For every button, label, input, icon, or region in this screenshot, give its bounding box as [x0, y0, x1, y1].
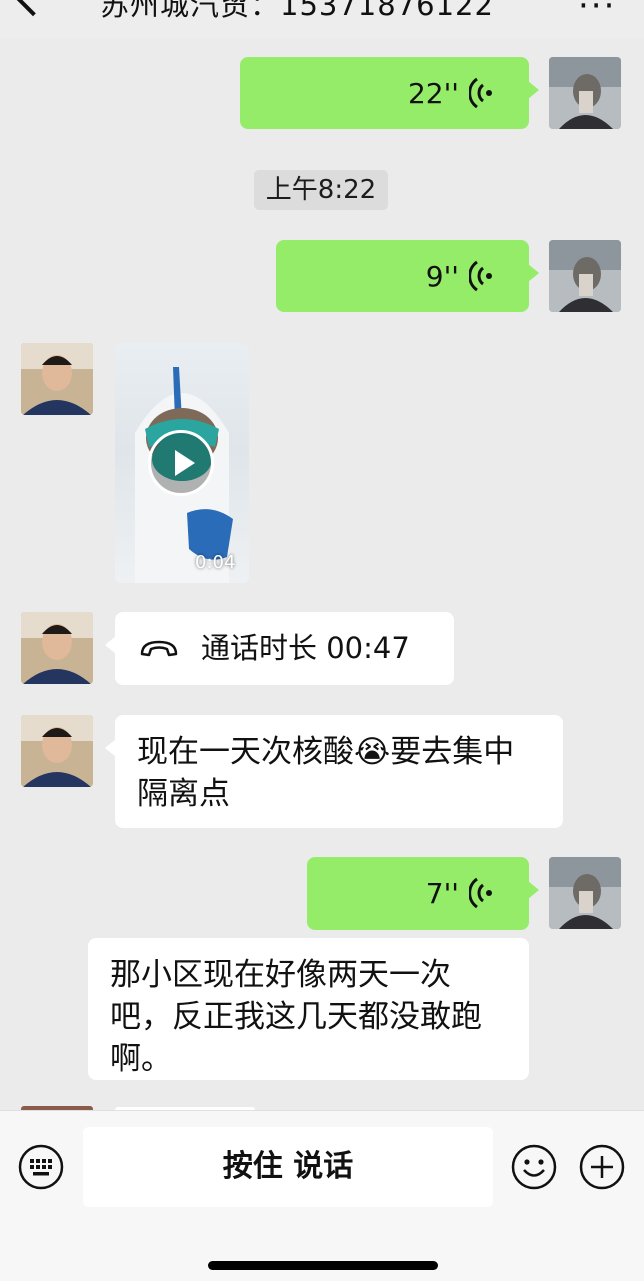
text-message-received[interactable]: 那小区现在好像两天一次 吧，反正我这几天都没敢跑 啊。	[88, 938, 529, 1080]
video-duration: 0:04	[195, 552, 236, 573]
contact-avatar[interactable]	[21, 343, 93, 415]
input-bar: 按住 说话	[0, 1110, 644, 1281]
avatar-image	[549, 57, 621, 129]
video-message[interactable]: 0:04	[115, 343, 249, 583]
avatar-image	[21, 715, 93, 787]
my-avatar[interactable]	[549, 57, 621, 129]
avatar-image	[549, 240, 621, 312]
hold-to-talk-button[interactable]: 按住 说话	[83, 1127, 493, 1207]
my-avatar[interactable]	[549, 857, 621, 929]
message-text: 现在一天次核酸😭要去集中 隔离点	[137, 734, 515, 812]
voice-wave-icon	[469, 77, 492, 109]
keyboard-icon[interactable]	[18, 1144, 64, 1190]
avatar-image	[549, 857, 621, 929]
voice-duration: 9''	[425, 260, 459, 293]
chat-title: 苏州城汽贸：15371876122	[100, 0, 494, 22]
more-icon[interactable]: ···	[578, 0, 616, 26]
back-arrow-icon[interactable]	[11, 0, 55, 17]
phone-icon	[140, 640, 178, 657]
avatar-image	[21, 612, 93, 684]
call-duration-text: 通话时长 00:47	[201, 631, 410, 665]
voice-wave-icon	[469, 260, 492, 292]
voice-message-sent[interactable]: 22''	[240, 57, 539, 129]
voice-message-sent[interactable]: 7''	[307, 857, 539, 930]
avatar-image	[21, 343, 93, 415]
voice-duration: 22''	[407, 77, 459, 110]
plus-icon[interactable]	[579, 1144, 625, 1190]
home-indicator	[208, 1261, 438, 1270]
message-text: 那小区现在好像两天一次 吧，反正我这几天都没敢跑 啊。	[110, 957, 482, 1077]
text-message-received[interactable]: 现在一天次核酸😭要去集中 隔离点	[105, 715, 563, 828]
emoji-icon[interactable]	[511, 1144, 557, 1190]
voice-duration: 7''	[425, 877, 459, 910]
play-icon[interactable]	[148, 430, 214, 496]
chat-header: 苏州城汽贸：15371876122 ···	[0, 0, 644, 38]
contact-avatar[interactable]	[21, 612, 93, 684]
voice-message-sent[interactable]: 9''	[276, 240, 539, 312]
my-avatar[interactable]	[549, 240, 621, 312]
message-timestamp: 上午8:22	[254, 170, 388, 210]
contact-avatar[interactable]	[21, 715, 93, 787]
voice-wave-icon	[469, 877, 492, 909]
call-record-message[interactable]: 通话时长 00:47	[105, 612, 454, 685]
